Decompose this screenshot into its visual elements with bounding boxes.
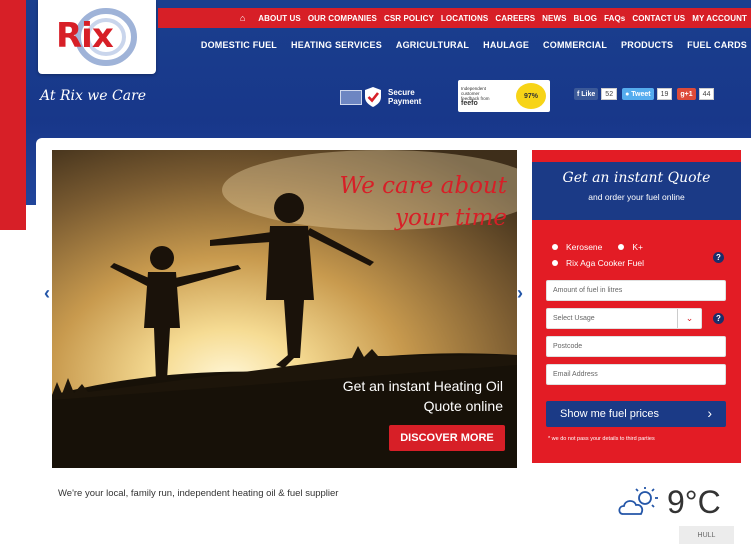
help-icon[interactable]: ?: [713, 313, 724, 324]
shield-check-icon: [365, 87, 381, 107]
usage-select-value: Select Usage: [553, 315, 595, 322]
utility-link-locations[interactable]: LOCATIONS: [441, 14, 488, 23]
tweet-label: Tweet: [631, 90, 651, 98]
usage-select[interactable]: Select Usage ⌄: [546, 308, 702, 329]
secure-payment-text: Secure Payment: [388, 88, 421, 106]
email-input[interactable]: Email Address: [546, 364, 726, 385]
utility-link-faqs[interactable]: FAQs: [604, 14, 625, 23]
tagline: At Rix we Care: [40, 88, 147, 104]
utility-link-careers[interactable]: CAREERS: [495, 14, 535, 23]
logo[interactable]: Rix: [38, 0, 156, 74]
utility-link-contact-us[interactable]: CONTACT US: [632, 14, 685, 23]
facebook-like-label: Like: [581, 90, 596, 98]
utility-link-news[interactable]: NEWS: [542, 14, 566, 23]
nav-heating-services[interactable]: HEATING SERVICES: [291, 40, 382, 50]
amount-input[interactable]: Amount of fuel in litres: [546, 280, 726, 301]
option-k-plus-label: K+: [632, 242, 644, 252]
gplus-button[interactable]: g+1: [677, 88, 696, 100]
quote-title: Get an instant Quote: [562, 170, 711, 186]
hero-slider: We care about your time Get an instant H…: [52, 150, 517, 468]
privacy-disclaimer: * we do not pass your details to third p…: [548, 436, 655, 442]
hero-headline-line-1: We care about: [339, 173, 507, 199]
hero-subheading: Get an instant Heating Oil Quote online: [343, 376, 503, 416]
logo-text: Rix: [56, 16, 114, 56]
temperature: 9°C: [667, 484, 721, 520]
tweet-button[interactable]: ● Tweet: [622, 88, 654, 100]
hero-headline-line-2: your time: [395, 205, 507, 231]
facebook-like-button[interactable]: f Like: [574, 88, 599, 100]
discover-more-button[interactable]: DISCOVER MORE: [389, 425, 505, 451]
secure-line-1: Secure: [388, 88, 415, 97]
chevron-down-icon: ⌄: [677, 309, 701, 328]
facebook-count: 52: [601, 88, 618, 100]
nav-fuel-cards[interactable]: FUEL CARDS: [687, 40, 747, 50]
left-accent-stripe: [0, 0, 26, 230]
hero-headline: We care about your time: [339, 170, 507, 234]
chevron-right-icon[interactable]: ›: [513, 280, 527, 306]
show-fuel-prices-button[interactable]: Show me fuel prices ›: [546, 401, 726, 427]
hero-sub-line-1: Get an instant Heating Oil: [342, 378, 503, 394]
nav-agricultural[interactable]: AGRICULTURAL: [396, 40, 469, 50]
utility-link-csr-policy[interactable]: CSR POLICY: [384, 14, 434, 23]
show-fuel-prices-label: Show me fuel prices: [560, 408, 660, 420]
radio-kerosene[interactable]: [552, 244, 558, 250]
home-icon[interactable]: ⌂: [240, 13, 245, 23]
utility-link-blog[interactable]: BLOG: [574, 14, 598, 23]
utility-link-our-companies[interactable]: OUR COMPANIES: [308, 14, 377, 23]
chevron-right-icon: ›: [707, 405, 712, 421]
radio-aga-cooker-fuel[interactable]: [552, 260, 558, 266]
fuel-option-row-1: Kerosene K+: [552, 242, 643, 252]
utility-nav: ⌂ ABOUT US OUR COMPANIES CSR POLICY LOCA…: [158, 8, 751, 28]
partly-cloudy-icon: [618, 487, 658, 515]
nav-products[interactable]: PRODUCTS: [621, 40, 673, 50]
option-kerosene-label: Kerosene: [566, 242, 603, 252]
hero-sub-line-2: Quote online: [423, 398, 503, 414]
nav-commercial[interactable]: COMMERCIAL: [543, 40, 607, 50]
main-nav: DOMESTIC FUEL HEATING SERVICES AGRICULTU…: [158, 34, 751, 56]
feefo-brand: feefo: [461, 100, 478, 107]
utility-link-my-account[interactable]: MY ACCOUNT: [692, 14, 747, 23]
quote-form: Get an instant Quote and order your fuel…: [532, 150, 741, 463]
page: ⌂ ABOUT US OUR COMPANIES CSR POLICY LOCA…: [0, 0, 751, 547]
feefo-badge[interactable]: Independent customer feedback from feefo…: [458, 80, 550, 112]
chevron-left-icon[interactable]: ‹: [40, 280, 54, 306]
nav-haulage[interactable]: HAULAGE: [483, 40, 529, 50]
nav-domestic-fuel[interactable]: DOMESTIC FUEL: [201, 40, 277, 50]
postcode-input[interactable]: Postcode: [546, 336, 726, 357]
secure-payment-badge: Secure Payment: [340, 82, 440, 112]
secure-line-2: Payment: [388, 97, 422, 106]
card-icon: [340, 89, 362, 105]
gplus-count: 44: [698, 88, 715, 100]
feefo-text: Independent customer feedback from feefo: [461, 86, 507, 107]
weather-city: HULL: [679, 526, 734, 544]
tweet-count: 19: [656, 88, 673, 100]
quote-subtitle: and order your fuel online: [588, 192, 685, 202]
fuel-option-row-2: Rix Aga Cooker Fuel: [552, 258, 644, 268]
feefo-score: 97%: [516, 83, 546, 109]
utility-link-about-us[interactable]: ABOUT US: [258, 14, 301, 23]
radio-k-plus[interactable]: [618, 244, 625, 250]
social-buttons: f Like 52 ● Tweet 19 g+1 44: [574, 88, 719, 100]
option-aga-label: Rix Aga Cooker Fuel: [566, 258, 644, 268]
help-icon[interactable]: ?: [713, 252, 724, 263]
intro-text: We're your local, family run, independen…: [58, 488, 339, 499]
